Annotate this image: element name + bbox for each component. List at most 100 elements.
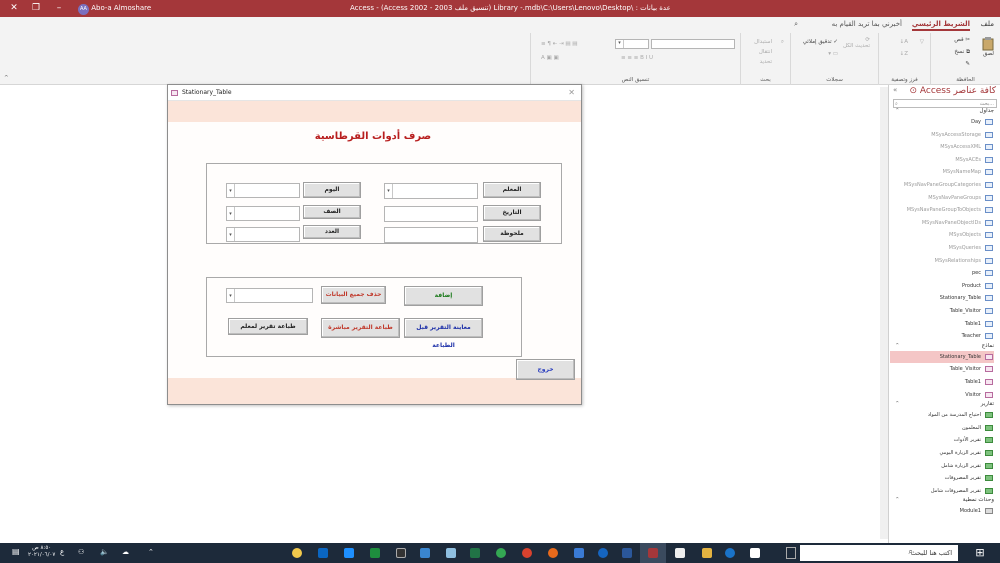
nav-item[interactable]: Stationary_Table	[890, 350, 994, 363]
pen-icon[interactable]	[420, 548, 430, 558]
day-combo[interactable]: ▾	[226, 183, 300, 198]
nav-item[interactable]: Product	[890, 280, 994, 292]
collapse-ribbon-button[interactable]: ^	[4, 75, 9, 81]
teacher-combo[interactable]: ▾	[384, 183, 478, 199]
format-painter-button[interactable]: ✎	[965, 61, 970, 67]
select-button[interactable]: تحديد	[760, 59, 772, 65]
delete-all-button[interactable]: حذف جميع البيانات	[321, 286, 386, 304]
nav-item[interactable]: تقرير الأدوات	[890, 434, 994, 446]
nav-item[interactable]: MSysNavPaneObjectIDs	[890, 217, 994, 229]
network-icon[interactable]: ⚇	[78, 548, 84, 556]
sort-desc-icon[interactable]: Z↓	[900, 51, 908, 57]
nav-item[interactable]: Visitor	[890, 389, 994, 401]
nav-item[interactable]: Stationary_Table	[890, 292, 994, 304]
nav-item[interactable]: تقرير المصروفات	[890, 472, 994, 484]
app-icon[interactable]	[318, 548, 328, 558]
mail-icon[interactable]	[675, 548, 685, 558]
word-icon[interactable]	[622, 548, 632, 558]
nav-item[interactable]: MSysNavPaneGroups	[890, 192, 994, 204]
weather-icon[interactable]	[292, 548, 302, 558]
speaker-icon[interactable]: 🔈	[100, 548, 109, 556]
collapse-pane-icon[interactable]: «	[893, 86, 897, 94]
filter-icon[interactable]: ▽	[920, 39, 924, 45]
preview-report-button[interactable]: معاينة التقرير قبل الطباعة	[404, 318, 483, 349]
nav-item[interactable]: Module1	[890, 505, 994, 517]
access-taskbar-button[interactable]	[640, 543, 666, 563]
bold-italic-underline[interactable]: B I U ≡ ≡ ≡	[621, 55, 653, 61]
calculator-icon[interactable]	[370, 548, 380, 558]
ie-icon[interactable]	[598, 548, 608, 558]
more-records-button[interactable]: ▭ ▾	[828, 51, 838, 57]
nav-group-reports[interactable]: تقارير ⌃	[892, 401, 994, 407]
refresh-all-button[interactable]: ⟳ تحديث الكل	[843, 37, 870, 49]
font-size-select[interactable]: ▾	[615, 39, 649, 49]
note-field[interactable]	[384, 227, 478, 243]
cloud-icon[interactable]: ☁	[122, 548, 129, 556]
camera-icon[interactable]	[344, 548, 354, 558]
tell-me-search[interactable]: أخبرني بما تريد القيام به	[832, 20, 902, 28]
nav-item[interactable]: MSysACEs	[890, 154, 994, 166]
print-direct-button[interactable]: طباعة التقرير مباشرة	[321, 318, 400, 338]
monitor-icon[interactable]	[574, 548, 584, 558]
replace-button[interactable]: استبدال	[754, 39, 772, 45]
nav-item[interactable]: المعلمون	[890, 422, 994, 434]
nav-item[interactable]: تقرير الزيارة اليومي	[890, 447, 994, 459]
close-icon[interactable]: ✕	[568, 88, 575, 97]
edge-icon[interactable]	[725, 548, 735, 558]
nav-item[interactable]: MSysAccessXML	[890, 141, 994, 153]
add-button[interactable]: إضافة	[404, 286, 483, 306]
user-account[interactable]: AA Abo-a Almoshare	[78, 0, 151, 17]
nav-title[interactable]: كافة عناصر Access ⊙	[909, 86, 996, 96]
nav-item[interactable]: Table_Visitor	[890, 363, 994, 375]
nav-item[interactable]: MSysNavPaneGroupCategories	[890, 179, 994, 191]
tab-home[interactable]: الشريط الرئيسي	[911, 20, 970, 31]
nav-item[interactable]: MSysNameMap	[890, 166, 994, 178]
nav-item[interactable]: احتياج المدرسة من المواد	[890, 409, 994, 421]
taskbar-search-box[interactable]: اكتب هنا للبحث ⌕	[800, 545, 958, 561]
goto-button[interactable]: انتقال	[759, 49, 772, 55]
nav-search-input[interactable]: بحث... ⌕	[893, 99, 997, 108]
excel-icon[interactable]	[470, 548, 480, 558]
find-button[interactable]: ⌕	[781, 39, 784, 46]
nav-item[interactable]: Table1	[890, 376, 994, 388]
nav-item[interactable]: MSysAccessStorage	[890, 129, 994, 141]
tab-file[interactable]: ملف	[981, 20, 994, 28]
nav-item[interactable]: Table1	[890, 318, 994, 330]
date-field[interactable]	[384, 206, 478, 222]
nav-item[interactable]: MSysRelationships	[890, 255, 994, 267]
chrome-icon[interactable]	[496, 548, 506, 558]
nav-item[interactable]: Table_Visitor	[890, 305, 994, 317]
nav-item[interactable]: MSysQueries	[890, 242, 994, 254]
opera-icon[interactable]	[522, 548, 532, 558]
nav-item[interactable]: Day	[890, 116, 994, 128]
store-icon[interactable]	[750, 548, 760, 558]
print-teacher-button[interactable]: طباعة تقرير لمعلم	[228, 318, 308, 335]
exit-button[interactable]: خروج	[516, 359, 575, 380]
vertical-scrollbar[interactable]	[880, 87, 888, 539]
nav-group-modules[interactable]: وحدات نمطية ⌃	[892, 497, 994, 503]
notepad-icon[interactable]	[446, 548, 456, 558]
windows-start-icon[interactable]: ⊞	[960, 543, 1000, 563]
minimize-window-button[interactable]: –	[45, 0, 73, 17]
clock[interactable]: ٨:٥٠ ص ٢٠٢١/٠٦/٠٧	[28, 545, 55, 559]
spelling-button[interactable]: ✓ تدقيق إملائي	[803, 39, 838, 45]
explorer-icon[interactable]	[702, 548, 712, 558]
format-icons-row[interactable]: ▤ ▤ ⇥ ⇤ ¶ ≡	[541, 41, 577, 47]
paste-button[interactable]: لصق	[982, 37, 994, 57]
nav-group-forms[interactable]: نماذج ⌃	[892, 343, 994, 349]
nav-item[interactable]: تقرير المصروفات شامل	[890, 485, 994, 497]
sort-asc-icon[interactable]: A↓	[900, 39, 908, 45]
shield-icon[interactable]	[396, 548, 406, 558]
nav-item[interactable]: MSysObjects	[890, 229, 994, 241]
cut-button[interactable]: ✂ قص	[954, 37, 970, 43]
nav-item[interactable]: تقرير الزيارة شامل	[890, 460, 994, 472]
nav-item[interactable]: MSysNavPaneGroupToObjects	[890, 204, 994, 216]
nav-group-tables[interactable]: جداول ⌃	[892, 108, 994, 114]
class-combo[interactable]: ▾	[226, 206, 300, 221]
notifications-icon[interactable]: ▤	[12, 547, 20, 556]
nav-item[interactable]: pec	[890, 267, 994, 279]
firefox-icon[interactable]	[548, 548, 558, 558]
nav-item[interactable]: Teacher	[890, 330, 994, 342]
task-view-icon[interactable]	[786, 547, 796, 559]
report-teacher-combo[interactable]: ▾	[226, 288, 313, 303]
